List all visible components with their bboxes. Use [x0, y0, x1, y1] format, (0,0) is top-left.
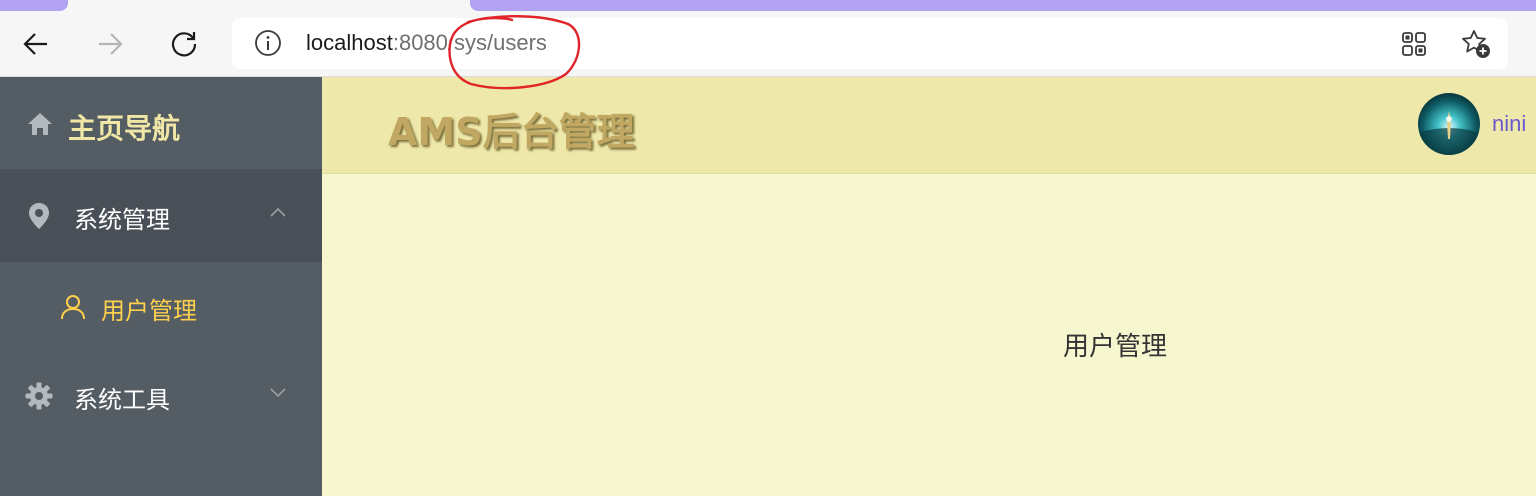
sidebar-item-label: 系统管理 [74, 206, 170, 234]
sidebar-home[interactable]: 主页导航 [0, 77, 322, 169]
home-icon [28, 113, 52, 135]
sidebar-home-label: 主页导航 [68, 112, 181, 145]
arrow-right-icon [99, 33, 123, 55]
browser-tab-right[interactable] [470, 0, 1536, 11]
tab-strip [0, 0, 1536, 12]
info-icon[interactable] [254, 29, 282, 57]
star-add-icon[interactable] [1460, 28, 1492, 60]
sidebar-item-label: 系统工具 [74, 386, 170, 414]
apps-icon[interactable] [1400, 30, 1428, 58]
user-icon [61, 295, 85, 320]
sidebar-subitem-label: 用户管理 [101, 297, 197, 325]
avatar[interactable] [1418, 93, 1480, 155]
forward-button[interactable] [92, 26, 128, 62]
chevron-down-icon [270, 388, 286, 398]
username[interactable]: nini [1492, 111, 1526, 137]
browser-toolbar: localhost:8080/sys/users [0, 12, 1536, 77]
arrow-left-icon [23, 33, 47, 55]
chevron-up-icon [270, 207, 286, 217]
gear-icon [25, 382, 53, 410]
location-icon [29, 203, 49, 229]
page-content-text: 用户管理 [1062, 332, 1167, 362]
app-header: AMS后台管理 nini [322, 77, 1536, 174]
sidebar-item-system-management[interactable]: 系统管理 [0, 169, 322, 262]
brand-title: AMS后台管理 [388, 110, 635, 154]
main-content: 用户管理 [322, 174, 1536, 496]
avatar-image [1418, 93, 1480, 155]
sidebar-item-user-management[interactable]: 用户管理 [0, 262, 322, 352]
back-button[interactable] [18, 26, 54, 62]
reload-icon [171, 32, 197, 57]
reload-button[interactable] [166, 26, 202, 62]
url-path: :8080/sys/users [392, 30, 547, 55]
sidebar: 主页导航 系统管理 用户管理 系统工具 [0, 77, 322, 496]
sidebar-item-system-tools[interactable]: 系统工具 [0, 352, 322, 440]
url-text[interactable]: localhost:8080/sys/users [306, 30, 547, 56]
url-host: localhost [306, 30, 393, 55]
address-bar[interactable]: localhost:8080/sys/users [232, 18, 1508, 69]
browser-tab-left[interactable] [0, 0, 68, 11]
